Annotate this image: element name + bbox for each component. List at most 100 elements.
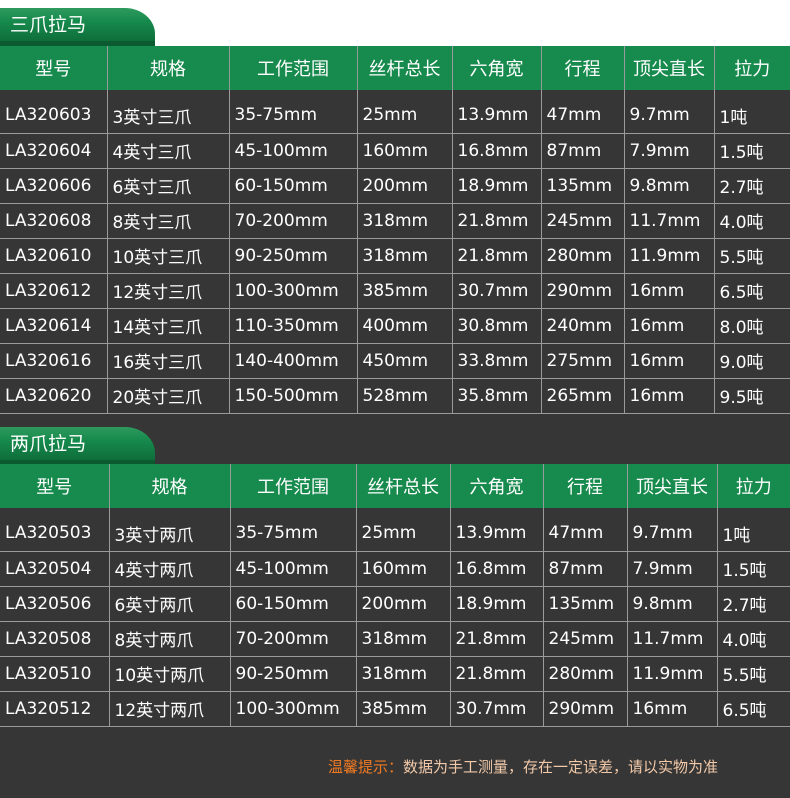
table-cell: 16.8mm bbox=[449, 551, 543, 587]
table-cell: 16英寸三爪 bbox=[106, 343, 229, 379]
table-cell: 318mm bbox=[355, 621, 450, 657]
column-header: 工作范围 bbox=[228, 46, 357, 90]
spacer-cell bbox=[355, 508, 450, 516]
note-label: 温馨提示： bbox=[328, 758, 404, 776]
spacer-cell bbox=[0, 90, 107, 98]
table-cell: 70-200mm bbox=[228, 203, 357, 239]
table-cell: LA320610 bbox=[0, 238, 107, 274]
table-row: LA320504 4英寸两爪 45-100mm 160mm 16.8mm 87mm 7.9m… bbox=[0, 551, 790, 587]
table-cell: LA320620 bbox=[0, 378, 107, 414]
column-header: 六角宽 bbox=[449, 464, 543, 508]
table-row: LA320616 16英寸三爪 140-400mm 450mm 33.8mm 275mm 1… bbox=[0, 343, 790, 379]
table-cell: 13.9mm bbox=[451, 98, 541, 134]
table-cell: 5.5吨 bbox=[716, 656, 790, 692]
table-cell: 3英寸两爪 bbox=[108, 516, 230, 552]
table-cell: 240mm bbox=[540, 308, 624, 344]
table-cell: 45-100mm bbox=[229, 551, 356, 587]
spacer-cell bbox=[626, 508, 717, 516]
table-cell: 70-200mm bbox=[229, 621, 356, 657]
table-cell: 87mm bbox=[542, 551, 627, 587]
table-cell: 140-400mm bbox=[228, 343, 357, 379]
table-row: LA320506 6英寸两爪 60-150mm 200mm 18.9mm 135mm 9.8… bbox=[0, 586, 790, 622]
table-cell: 8英寸两爪 bbox=[108, 621, 230, 657]
table-cell: 245mm bbox=[540, 203, 624, 239]
table-cell: 150-500mm bbox=[228, 378, 357, 414]
table-row: LA320610 10英寸三爪 90-250mm 318mm 21.8mm 280mm 11… bbox=[0, 238, 790, 274]
table-cell: 7.9mm bbox=[626, 551, 717, 587]
table-cell: 160mm bbox=[356, 133, 452, 169]
column-header: 顶尖直长 bbox=[626, 464, 717, 508]
table-cell: 8.0吨 bbox=[713, 308, 790, 344]
table-cell: 528mm bbox=[356, 378, 452, 414]
table-cell: 10英寸两爪 bbox=[108, 656, 230, 692]
table-cell: 13.9mm bbox=[449, 516, 543, 552]
table-cell: 90-250mm bbox=[228, 238, 357, 274]
table-cell: 318mm bbox=[355, 656, 450, 692]
table-cell: LA320508 bbox=[0, 621, 109, 657]
header-row: 型号 规格 工作范围 丝杆总长 六角宽 行程 顶尖直长 拉力 bbox=[0, 46, 790, 90]
table-cell: LA320606 bbox=[0, 168, 107, 204]
table-cell: 45-100mm bbox=[228, 133, 357, 169]
header-row: 型号 规格 工作范围 丝杆总长 六角宽 行程 顶尖直长 拉力 bbox=[0, 464, 790, 508]
table-cell: 30.8mm bbox=[451, 308, 541, 344]
table-cell: 385mm bbox=[355, 691, 450, 727]
table-cell: 6英寸三爪 bbox=[106, 168, 229, 204]
table-row: LA320604 4英寸三爪 45-100mm 160mm 16.8mm 87mm 7.9m… bbox=[0, 133, 790, 169]
table-cell: 21.8mm bbox=[449, 656, 543, 692]
table-cell: LA320504 bbox=[0, 551, 109, 587]
table-cell: 90-250mm bbox=[229, 656, 356, 692]
table-cell: 16.8mm bbox=[451, 133, 541, 169]
column-header: 顶尖直长 bbox=[623, 46, 714, 90]
table-cell: 60-150mm bbox=[228, 168, 357, 204]
table-cell: 16mm bbox=[623, 273, 714, 309]
table-cell: 1吨 bbox=[716, 516, 790, 552]
table-cell: 8英寸三爪 bbox=[106, 203, 229, 239]
table-row: LA320508 8英寸两爪 70-200mm 318mm 21.8mm 245mm 11.… bbox=[0, 621, 790, 657]
table-cell: 318mm bbox=[356, 203, 452, 239]
table-cell: 5.5吨 bbox=[713, 238, 790, 274]
table-cell: 450mm bbox=[356, 343, 452, 379]
table-cell: 16mm bbox=[623, 308, 714, 344]
table-cell: 16mm bbox=[623, 378, 714, 414]
table-cell: 14英寸三爪 bbox=[106, 308, 229, 344]
table-cell: 35-75mm bbox=[228, 98, 357, 134]
spacer-cell bbox=[356, 90, 452, 98]
table-cell: 47mm bbox=[542, 516, 627, 552]
column-header: 工作范围 bbox=[229, 464, 356, 508]
spacer-cell bbox=[623, 90, 714, 98]
table-cell: 35.8mm bbox=[451, 378, 541, 414]
table-cell: 21.8mm bbox=[451, 203, 541, 239]
table-cell: 1.5吨 bbox=[713, 133, 790, 169]
table-cell: LA320510 bbox=[0, 656, 109, 692]
spacer-cell bbox=[716, 508, 790, 516]
table-cell: 12英寸两爪 bbox=[108, 691, 230, 727]
spacer-row bbox=[0, 90, 790, 98]
table-cell: 3英寸三爪 bbox=[106, 98, 229, 134]
table-cell: 20英寸三爪 bbox=[106, 378, 229, 414]
section-tab-three-jaw: 三爪拉马 bbox=[0, 8, 155, 46]
spacer-cell bbox=[540, 90, 624, 98]
spacer-cell bbox=[713, 90, 790, 98]
table-cell: 21.8mm bbox=[449, 621, 543, 657]
spacer-cell bbox=[106, 90, 229, 98]
table-cell: 9.7mm bbox=[626, 516, 717, 552]
column-header: 行程 bbox=[540, 46, 624, 90]
table-cell: 18.9mm bbox=[451, 168, 541, 204]
column-header: 丝杆总长 bbox=[356, 46, 452, 90]
spacer-cell bbox=[108, 508, 230, 516]
table-row: LA320606 6英寸三爪 60-150mm 200mm 18.9mm 135mm 9.8… bbox=[0, 168, 790, 204]
table-cell: 9.7mm bbox=[623, 98, 714, 134]
table-row: LA320512 12英寸两爪 100-300mm 385mm 30.7mm 290mm 1… bbox=[0, 691, 790, 727]
table-cell: 47mm bbox=[540, 98, 624, 134]
table-cell: 33.8mm bbox=[451, 343, 541, 379]
table-cell: 11.7mm bbox=[623, 203, 714, 239]
table-row: LA320620 20英寸三爪 150-500mm 528mm 35.8mm 265mm 1… bbox=[0, 378, 790, 414]
table-cell: 245mm bbox=[542, 621, 627, 657]
table-cell: 135mm bbox=[540, 168, 624, 204]
table-cell: LA320603 bbox=[0, 98, 107, 134]
table-cell: 2.7吨 bbox=[716, 586, 790, 622]
table-row: LA320614 14英寸三爪 110-350mm 400mm 30.8mm 240mm 1… bbox=[0, 308, 790, 344]
table-cell: 11.9mm bbox=[626, 656, 717, 692]
table-cell: 11.9mm bbox=[623, 238, 714, 274]
table-cell: 16mm bbox=[626, 691, 717, 727]
